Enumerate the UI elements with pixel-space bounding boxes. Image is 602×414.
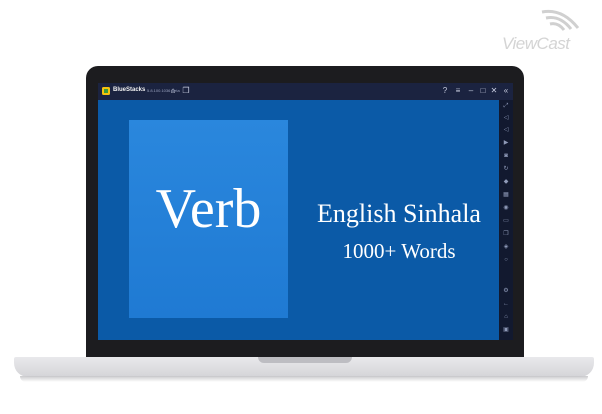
gamepad-icon[interactable]: ◆: [501, 178, 511, 187]
eco-icon[interactable]: ○: [501, 256, 511, 265]
home-nav-icon[interactable]: ⌂: [501, 313, 511, 322]
folder-icon[interactable]: ▭: [501, 217, 511, 226]
bluestacks-title: BlueStacks: [113, 87, 146, 93]
laptop-screen: BlueStacks 5.8.100.1036 Beta ⌂ ❐ ? ≡ – □…: [98, 83, 513, 340]
bluestacks-logo-icon: [102, 87, 110, 95]
help-icon[interactable]: ?: [440, 86, 450, 96]
maximize-icon[interactable]: □: [478, 86, 488, 96]
laptop-notch: [258, 357, 352, 363]
menu-icon[interactable]: ≡: [453, 86, 463, 96]
multi-instance-icon[interactable]: ❐: [181, 86, 191, 96]
settings-icon[interactable]: ⚙: [501, 287, 511, 296]
viewcast-watermark: ViewCast: [500, 6, 596, 53]
app-title: English Sinhala: [317, 199, 481, 228]
bluestacks-sidebar: ⤢ ◁ ◁ ▶ ◙ ↻ ◆ ▦ ◉ ▭ ❐ ◈ ○ ⚙ ← ⌂ ▣: [499, 100, 513, 340]
signal-arcs-icon: [541, 9, 580, 31]
play-icon[interactable]: ▶: [501, 139, 511, 148]
volume-down-icon[interactable]: ◁: [501, 126, 511, 135]
collapse-sidebar-icon[interactable]: «: [501, 86, 511, 96]
back-icon[interactable]: ←: [501, 300, 511, 309]
fullscreen-icon[interactable]: ⤢: [501, 102, 511, 111]
bluestacks-title-bar: BlueStacks 5.8.100.1036 Beta ⌂ ❐ ? ≡ – □…: [98, 83, 513, 100]
volume-up-icon[interactable]: ◁: [501, 114, 511, 123]
recent-apps-icon[interactable]: ▣: [501, 326, 511, 335]
watermark-text: ViewCast: [502, 34, 570, 53]
close-icon[interactable]: ✕: [489, 86, 499, 96]
verb-logo-box: Verb: [129, 120, 288, 318]
rotate-icon[interactable]: ↻: [501, 165, 511, 174]
copy-icon[interactable]: ❐: [501, 230, 511, 239]
screenshot-icon[interactable]: ◙: [501, 152, 511, 161]
app-splash-screen[interactable]: Verb English Sinhala 1000+ Words: [98, 100, 499, 340]
verb-logo-text: Verb: [155, 178, 262, 240]
minimize-icon[interactable]: –: [466, 86, 476, 96]
layers-icon[interactable]: ◈: [501, 243, 511, 252]
laptop-shadow: [20, 376, 588, 382]
home-icon[interactable]: ⌂: [168, 86, 178, 96]
keyboard-icon[interactable]: ▦: [501, 191, 511, 200]
location-icon[interactable]: ◉: [501, 204, 511, 213]
app-subtitle: 1000+ Words: [342, 239, 456, 263]
